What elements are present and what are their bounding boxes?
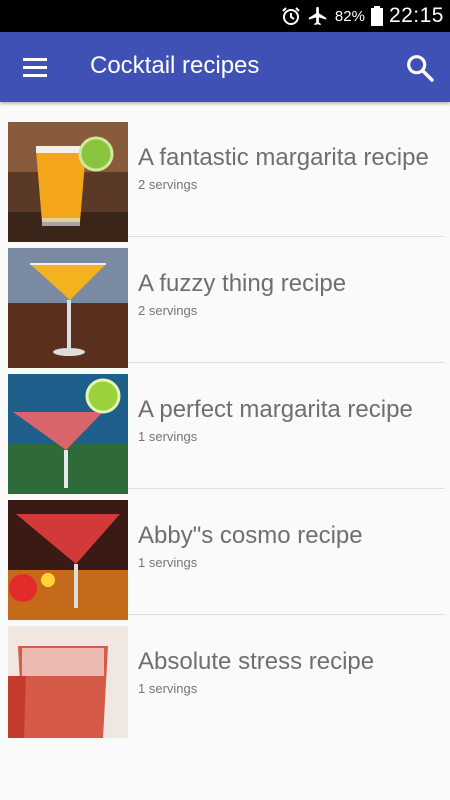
battery-percent: 82% — [334, 7, 365, 25]
recipe-item-abbys-cosmo[interactable]: Abby"s cosmo recipe 1 servings — [8, 488, 445, 620]
recipe-thumbnail — [8, 626, 128, 738]
alarm-icon — [282, 7, 300, 25]
recipe-servings: 1 servings — [138, 681, 198, 696]
clock-time: 22:15 — [388, 4, 444, 27]
recipe-servings: 2 servings — [138, 177, 198, 192]
recipe-item-absolute-stress[interactable]: Absolute stress recipe 1 servings — [8, 614, 445, 738]
recipe-thumbnail — [8, 248, 128, 368]
recipe-servings: 1 servings — [138, 429, 198, 444]
app-bar: Cocktail recipes — [0, 32, 450, 102]
battery-icon — [370, 6, 383, 26]
hamburger-menu-icon[interactable] — [18, 52, 52, 82]
recipe-title: A perfect margarita recipe — [138, 396, 413, 423]
airplane-mode-icon — [308, 6, 327, 26]
status-bar: 82% 22:15 — [0, 0, 450, 32]
recipe-servings: 1 servings — [138, 555, 198, 570]
recipe-title: Abby"s cosmo recipe — [138, 522, 363, 549]
recipe-thumbnail — [8, 500, 128, 620]
recipe-title: A fuzzy thing recipe — [138, 270, 347, 297]
search-icon[interactable] — [404, 52, 436, 84]
recipe-thumbnail — [8, 122, 128, 242]
recipe-title: Absolute stress recipe — [138, 648, 375, 675]
recipe-servings: 2 servings — [138, 303, 198, 318]
recipe-item-fantastic-margarita[interactable]: A fantastic margarita recipe 2 servings — [8, 110, 445, 242]
recipe-thumbnail — [8, 374, 128, 494]
recipe-item-fuzzy-thing[interactable]: A fuzzy thing recipe 2 servings — [8, 236, 445, 368]
recipe-title: A fantastic margarita recipe — [138, 144, 429, 171]
page-title: Cocktail recipes — [90, 52, 260, 79]
recipe-item-perfect-margarita[interactable]: A perfect margarita recipe 1 servings — [8, 362, 445, 494]
